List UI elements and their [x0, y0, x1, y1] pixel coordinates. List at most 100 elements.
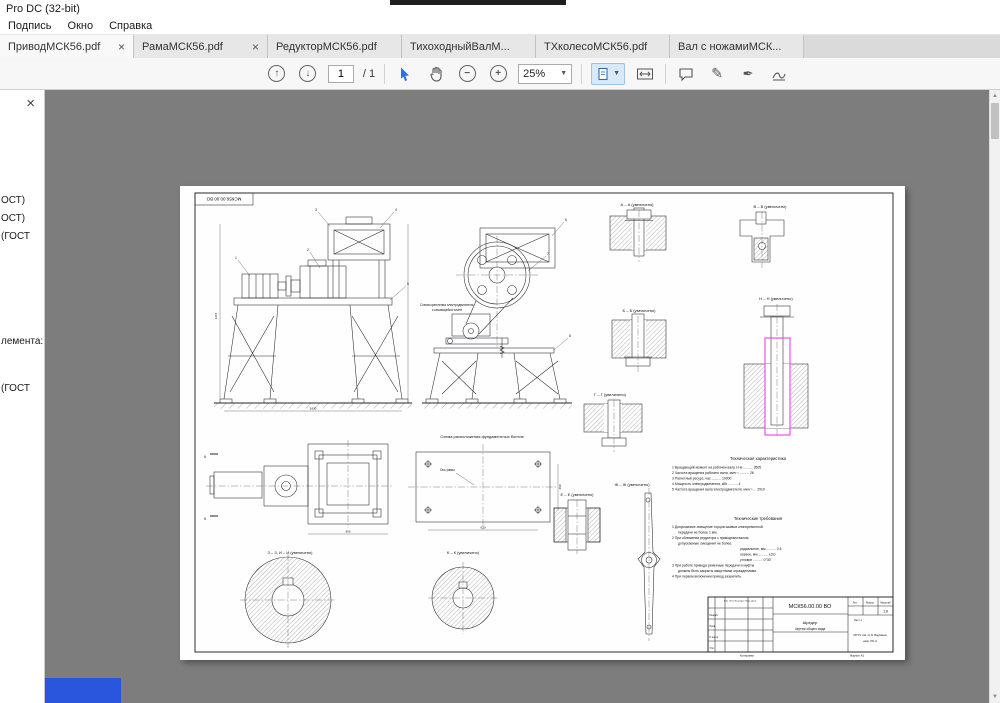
svg-text:МГТУ им. Н.Э. Баумана: МГТУ им. Н.Э. Баумана — [853, 633, 886, 637]
menu-help[interactable]: Справка — [109, 20, 152, 32]
svg-text:1 Вращающий момент на рабочем: 1 Вращающий момент на рабочем валу, Н·м … — [672, 466, 761, 470]
svg-text:передачи не более 1 мм.: передачи не более 1 мм. — [678, 531, 717, 535]
page-count-label: / 1 — [363, 68, 375, 80]
menu-window[interactable]: Окно — [68, 20, 94, 32]
detail-zh-zh: Ж – Ж (увеличено) — [614, 482, 660, 641]
hand-tool-button[interactable] — [425, 62, 447, 86]
svg-text:Лист 1: Лист 1 — [854, 618, 862, 622]
toolbar-separator — [581, 64, 582, 84]
zoom-in-button[interactable]: + — [487, 62, 509, 86]
tab-val-s-nozhami[interactable]: Вал с ножамиМСК... — [670, 35, 804, 58]
panel-text-fragment: (ГОСТ — [1, 383, 30, 394]
panel-text-fragment: лемента: — [1, 336, 43, 347]
svg-text:Разраб.: Разраб. — [710, 614, 719, 617]
pen-tool-button[interactable]: ✒ — [737, 62, 759, 86]
svg-text:460: 460 — [558, 484, 562, 489]
menu-signature[interactable]: Подпись — [8, 20, 52, 32]
svg-text:должны быть закрыты защитными: должны быть закрыты защитными ограждения… — [678, 569, 757, 573]
svg-text:3 Расчетный ресурс, час ......: 3 Расчетный ресурс, час .......... 10000 — [672, 477, 732, 481]
cursor-arrow-icon — [397, 66, 413, 82]
tab-th-koleso[interactable]: ТХколесоМСК56.pdf — [536, 35, 670, 58]
svg-text:1215: 1215 — [214, 312, 218, 319]
svg-text:К: К — [204, 517, 207, 521]
svg-text:к качающейся плите: к качающейся плите — [432, 308, 462, 312]
svg-text:угловое .......... 0°30': угловое .......... 0°30' — [740, 558, 772, 562]
svg-text:Шредер: Шредер — [803, 620, 819, 625]
front-view: 1215 1600 3 4 1 2 5 — [214, 208, 412, 411]
side-view: Схема крепления электродвигателя к качаю… — [408, 218, 572, 409]
comment-tool-button[interactable] — [675, 62, 697, 86]
tech-characteristics: Техническая характеристика 1 Вращающий м… — [672, 456, 787, 492]
title-block: МСК56.00.00 ВО Шредер Чертеж общего вида… — [708, 597, 893, 652]
svg-text:5 Частота вращения вала электр: 5 Частота вращения вала электродвигателя… — [672, 488, 765, 492]
svg-text:7: 7 — [547, 252, 549, 256]
panel-text-fragment: (ГОСТ — [1, 231, 30, 242]
svg-text:2 Частота вращения рабочего ва: 2 Частота вращения рабочего вала, мин⁻¹ … — [672, 471, 754, 475]
titlebar-dark-strip — [390, 0, 566, 5]
panel-text-fragment: ОСТ) — [1, 195, 25, 206]
signature-icon — [771, 66, 787, 82]
svg-text:Формат A1: Формат A1 — [850, 654, 865, 658]
tab-close-icon[interactable]: × — [118, 41, 125, 53]
tab-tihohodny-val[interactable]: ТихоходныйВалМ... — [402, 35, 536, 58]
section-g-g: Г – Г (увеличено) — [584, 392, 642, 452]
svg-text:Утв.: Утв. — [710, 647, 715, 650]
tab-reduktor[interactable]: РедукторМСК56.pdf — [268, 35, 402, 58]
signature-tool-button[interactable] — [768, 62, 790, 86]
scroll-down-arrow-icon[interactable]: ▼ — [990, 691, 1000, 703]
vertical-scrollbar[interactable]: ▲ ▼ — [989, 90, 1000, 703]
scrollbar-thumb[interactable] — [991, 103, 999, 139]
chevron-down-icon: ▼ — [613, 70, 620, 77]
svg-text:А – А (увеличено): А – А (увеличено) — [620, 202, 654, 207]
panel-close-button[interactable]: × — [26, 96, 35, 111]
svg-text:2 При сближении редуктора с пр: 2 При сближении редуктора с приводным ва… — [672, 536, 749, 540]
page-display-button[interactable]: ▼ — [591, 63, 625, 85]
svg-text:6: 6 — [565, 218, 567, 222]
engineering-drawing: МСК56.00.00 ВО — [180, 186, 905, 660]
svg-text:В – В (увеличено): В – В (увеличено) — [753, 204, 787, 209]
svg-text:4 Мощность электродвигателя, к: 4 Мощность электродвигателя, кВт .......… — [672, 482, 740, 486]
tab-privod[interactable]: ПриводМСК56.pdf × — [0, 35, 134, 58]
select-tool-button[interactable] — [394, 62, 416, 86]
pdf-page: МСК56.00.00 ВО — [180, 186, 905, 660]
svg-text:МСК56.00.00 ВО: МСК56.00.00 ВО — [206, 197, 241, 202]
frame-footer: Копировал Формат A1 — [740, 654, 865, 658]
tab-close-icon[interactable]: × — [252, 41, 259, 53]
pen-nib-icon: ✒ — [743, 66, 754, 82]
foundation-bolt-scheme: Схема расположения фундаментных болтов О… — [408, 434, 562, 530]
plus-icon: + — [490, 65, 507, 82]
svg-text:1:8: 1:8 — [883, 610, 888, 614]
svg-text:1600: 1600 — [310, 407, 317, 411]
svg-text:8: 8 — [569, 334, 571, 338]
svg-text:630: 630 — [480, 526, 485, 530]
main-toolbar: ↑ ↓ / 1 − + 25% ▼ ▼ ✎ ✒ — [0, 58, 1000, 90]
svg-text:К – К (увеличено): К – К (увеличено) — [447, 550, 480, 555]
zoom-level-value: 25% — [523, 68, 545, 80]
left-panel: × ОСТ) ОСТ) (ГОСТ лемента: (ГОСТ — [0, 90, 45, 703]
arrow-up-icon: ↑ — [268, 65, 285, 82]
zoom-out-button[interactable]: − — [456, 62, 478, 86]
comment-bubble-icon — [678, 66, 694, 82]
svg-text:Н – Н (увеличено): Н – Н (увеличено) — [759, 296, 793, 301]
blue-panel-fragment — [45, 678, 121, 703]
page-number-input[interactable] — [328, 65, 354, 83]
document-tab-bar: ПриводМСК56.pdf × РамаМСК56.pdf × Редукт… — [0, 34, 1000, 58]
rotated-doc-stamp: МСК56.00.00 ВО — [195, 193, 253, 205]
fill-sign-button[interactable]: ✎ — [706, 62, 728, 86]
svg-text:Лит.: Лит. — [853, 601, 858, 605]
svg-text:З – З, И – И (увеличено): З – З, И – И (увеличено) — [268, 550, 314, 555]
scroll-up-arrow-icon[interactable]: ▲ — [990, 90, 1000, 102]
tech-requirements: Технические требования 1 Допускаемое сме… — [672, 516, 782, 579]
section-v-v: В – В (увеличено) — [740, 204, 787, 268]
zoom-level-select[interactable]: 25% ▼ — [518, 64, 572, 84]
detail-z-i: З – З, И – И (увеличено) — [240, 550, 336, 648]
previous-page-button[interactable]: ↑ — [266, 62, 288, 86]
svg-text:Схема крепления электродвигате: Схема крепления электродвигателя — [420, 303, 474, 307]
pencil-icon: ✎ — [711, 65, 723, 82]
svg-text:Н.контр.: Н.контр. — [710, 636, 720, 639]
document-canvas: МСК56.00.00 ВО — [45, 90, 989, 703]
fit-width-button[interactable] — [634, 62, 656, 86]
next-page-button[interactable]: ↓ — [297, 62, 319, 86]
chevron-down-icon: ▼ — [560, 70, 567, 77]
tab-rama[interactable]: РамаМСК56.pdf × — [134, 35, 268, 58]
